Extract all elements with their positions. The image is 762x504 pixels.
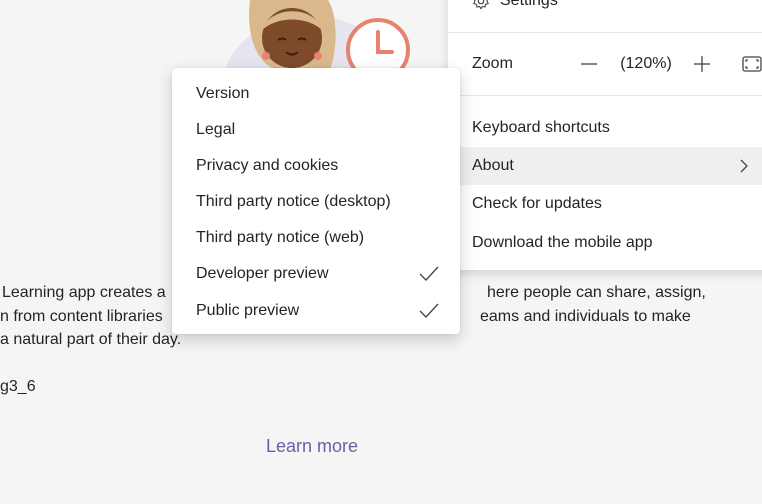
about-submenu: Version Legal Privacy and cookies Third … [172, 68, 460, 334]
keyboard-shortcuts-item[interactable]: Keyboard shortcuts [448, 109, 762, 147]
zoom-label: Zoom [472, 55, 513, 72]
checkmark-icon [419, 303, 439, 318]
description-line: Learning app creates a [2, 284, 166, 301]
submenu-item-label: Privacy and cookies [196, 157, 339, 174]
menu-item-label: Keyboard shortcuts [472, 119, 610, 136]
public-preview-item[interactable]: Public preview [172, 293, 460, 329]
submenu-item-label: Third party notice (web) [196, 229, 365, 246]
fullscreen-button[interactable] [740, 44, 762, 84]
menu-item-label: About [472, 157, 514, 174]
third-party-notice-web-item[interactable]: Third party notice (web) [172, 220, 460, 256]
privacy-and-cookies-item[interactable]: Privacy and cookies [172, 148, 460, 184]
legal-item[interactable]: Legal [172, 112, 460, 148]
download-mobile-app-item[interactable]: Download the mobile app [448, 224, 762, 262]
menu-item-label: Download the mobile app [472, 234, 653, 251]
app-id-text: g3_6 [0, 378, 36, 395]
zoom-value: (120%) [620, 55, 672, 72]
submenu-item-label: Third party notice (desktop) [196, 193, 391, 210]
version-item[interactable]: Version [172, 76, 460, 112]
description-line: eams and individuals to make [480, 307, 691, 325]
submenu-item-label: Legal [196, 121, 236, 138]
plus-icon [694, 56, 710, 72]
description-line: n from content libraries [0, 307, 163, 325]
third-party-notice-desktop-item[interactable]: Third party notice (desktop) [172, 184, 460, 220]
description-line: a natural part of their day. [0, 331, 182, 348]
fullscreen-icon [742, 56, 762, 72]
learn-more-link[interactable]: Learn more [266, 436, 358, 457]
zoom-out-button[interactable] [576, 44, 602, 84]
checkmark-icon [419, 266, 439, 281]
menu-item-label: Check for updates [472, 195, 602, 212]
minus-icon [581, 63, 597, 65]
settings-label: Settings [500, 0, 558, 9]
menu-divider [448, 95, 762, 96]
developer-preview-item[interactable]: Developer preview [172, 256, 460, 292]
description-line: here people can share, assign, [487, 284, 706, 301]
settings-menu: Settings Zoom (120%) Keyboard shortcuts … [448, 0, 762, 270]
about-item[interactable]: About [448, 147, 762, 185]
settings-item[interactable]: Settings [448, 0, 762, 16]
submenu-item-label: Developer preview [196, 265, 329, 282]
zoom-row: Zoom [448, 44, 762, 84]
check-for-updates-item[interactable]: Check for updates [448, 185, 762, 223]
menu-divider [448, 32, 762, 33]
gear-icon [473, 0, 489, 10]
submenu-item-label: Public preview [196, 302, 300, 319]
zoom-in-button[interactable] [690, 44, 714, 84]
submenu-item-label: Version [196, 85, 250, 102]
chevron-right-icon [740, 159, 748, 173]
